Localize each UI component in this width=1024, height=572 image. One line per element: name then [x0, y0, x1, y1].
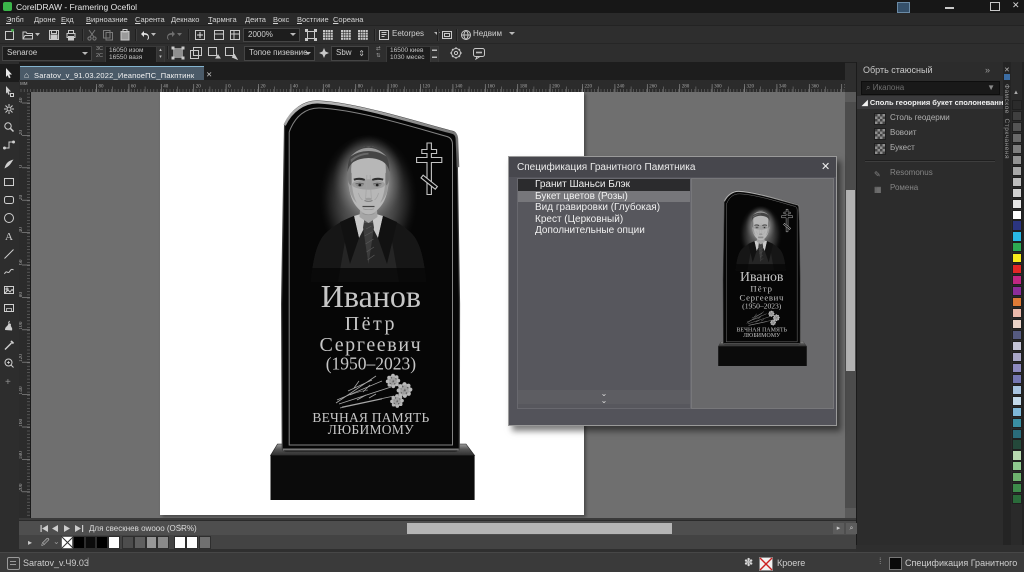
svg-text:160: 160	[19, 419, 24, 428]
svg-text:300: 300	[714, 85, 722, 90]
svg-text:120: 120	[423, 85, 431, 90]
svg-text:20: 20	[19, 194, 24, 200]
svg-text:80: 80	[19, 292, 24, 298]
svg-text:40: 40	[163, 85, 169, 90]
svg-text:100: 100	[19, 321, 24, 330]
svg-text:40: 40	[19, 227, 24, 233]
svg-text:200: 200	[19, 483, 24, 492]
svg-text:360: 360	[811, 85, 819, 90]
svg-text:280: 280	[682, 85, 690, 90]
svg-text:140: 140	[19, 386, 24, 395]
svg-text:60: 60	[131, 85, 137, 90]
svg-text:40: 40	[293, 85, 299, 90]
svg-text:20: 20	[261, 85, 267, 90]
svg-text:40: 40	[19, 97, 24, 103]
svg-text:120: 120	[19, 354, 24, 363]
svg-text:80: 80	[99, 85, 105, 90]
svg-text:100: 100	[390, 85, 398, 90]
svg-text:380: 380	[844, 85, 845, 90]
svg-text:20: 20	[196, 85, 202, 90]
svg-text:200: 200	[552, 85, 560, 90]
svg-text:320: 320	[747, 85, 755, 90]
svg-text:260: 260	[649, 85, 657, 90]
svg-text:60: 60	[325, 85, 331, 90]
svg-text:240: 240	[617, 85, 625, 90]
svg-text:220: 220	[585, 85, 593, 90]
svg-text:180: 180	[19, 451, 24, 460]
svg-text:0: 0	[228, 85, 231, 90]
svg-text:80: 80	[358, 85, 364, 90]
svg-text:20: 20	[19, 130, 24, 136]
svg-text:0: 0	[19, 165, 24, 168]
svg-text:340: 340	[779, 85, 787, 90]
svg-text:140: 140	[455, 85, 463, 90]
svg-text:A: A	[5, 231, 13, 242]
svg-text:60: 60	[19, 259, 24, 265]
svg-text:160: 160	[487, 85, 495, 90]
svg-text:180: 180	[520, 85, 528, 90]
